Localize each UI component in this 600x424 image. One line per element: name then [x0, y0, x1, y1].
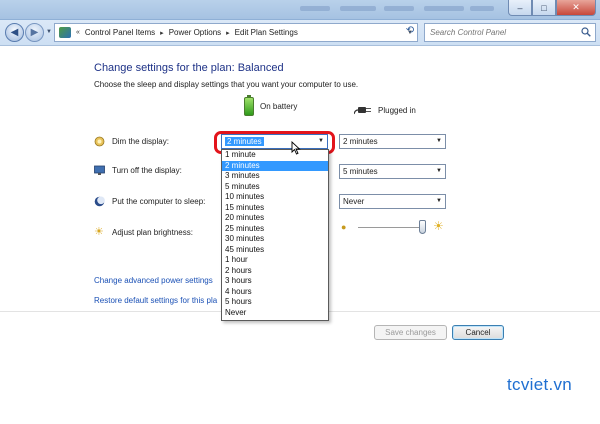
navigation-bar: ◀ ▶ ▼ « Control Panel Items ▸ Power Opti…	[0, 20, 600, 46]
dropdown-option[interactable]: 10 minutes	[222, 192, 328, 203]
dropdown-option[interactable]: 2 minutes	[222, 160, 328, 171]
brightness-plugged-slider-track[interactable]	[358, 227, 424, 229]
search-input[interactable]	[430, 28, 580, 37]
dropdown-option[interactable]: 3 hours	[222, 276, 328, 287]
brightness-high-icon: ☀	[433, 219, 444, 233]
dropdown-option[interactable]: 15 minutes	[222, 203, 328, 214]
dim-display-plugged-dropdown[interactable]: 2 minutes ▼	[339, 134, 446, 149]
recent-pages-dropdown-icon[interactable]: ▼	[46, 29, 52, 35]
on-battery-label: On battery	[260, 102, 298, 111]
maximize-button[interactable]: □	[532, 0, 556, 16]
breadcrumb-separator-icon[interactable]: ▸	[160, 29, 164, 37]
search-box[interactable]	[424, 23, 596, 42]
dim-display-plugged-value: 2 minutes	[343, 137, 378, 146]
plugged-in-header: Plugged in	[354, 105, 416, 115]
mouse-cursor-icon	[291, 141, 301, 155]
refresh-icon[interactable]: ⟲	[403, 25, 417, 39]
back-button[interactable]: ◀	[5, 23, 24, 42]
monitor-icon	[94, 165, 105, 175]
brightness-low-icon: ●	[341, 222, 347, 232]
turn-off-display-row: Turn off the display:	[94, 165, 182, 176]
change-advanced-settings-link[interactable]: Change advanced power settings	[94, 276, 213, 285]
title-text-blur	[300, 6, 330, 11]
dim-display-icon	[94, 136, 105, 147]
minimize-button[interactable]: –	[508, 0, 532, 16]
title-text-blur	[384, 6, 414, 11]
brightness-plugged-slider-thumb[interactable]	[419, 220, 426, 234]
dropdown-option[interactable]: 2 hours	[222, 266, 328, 277]
breadcrumb-edit-plan-settings[interactable]: Edit Plan Settings	[235, 28, 298, 37]
dim-display-label: Dim the display:	[112, 137, 169, 146]
dropdown-arrow-icon: ▼	[436, 168, 442, 174]
forward-button[interactable]: ▶	[25, 23, 44, 42]
dropdown-option[interactable]: 1 hour	[222, 255, 328, 266]
cancel-button[interactable]: Cancel	[452, 325, 504, 340]
forward-arrow-icon: ▶	[30, 27, 39, 38]
sleep-moon-icon	[94, 196, 105, 207]
sleep-row: Put the computer to sleep:	[94, 196, 205, 207]
breadcrumb-power-options[interactable]: Power Options	[169, 28, 221, 37]
page-subtitle: Choose the sleep and display settings th…	[94, 80, 359, 89]
close-button[interactable]: ✕	[556, 0, 596, 16]
battery-icon	[244, 95, 254, 116]
dropdown-arrow-icon: ▼	[436, 138, 442, 144]
dim-display-row: Dim the display:	[94, 136, 169, 147]
sleep-label: Put the computer to sleep:	[112, 197, 206, 206]
dim-display-options-list[interactable]: 1 minute 2 minutes 3 minutes 5 minutes 10 mi…	[221, 149, 329, 321]
title-text-blur	[470, 6, 494, 11]
breadcrumb-overflow-icon[interactable]: «	[76, 29, 80, 36]
turn-off-display-label: Turn off the display:	[112, 166, 182, 175]
plugged-in-label: Plugged in	[378, 105, 416, 115]
title-bar: – □ ✕	[0, 0, 600, 20]
turn-off-display-plugged-value: 5 minutes	[343, 167, 378, 176]
power-plug-icon	[354, 107, 371, 115]
page-title: Change settings for the plan: Balanced	[94, 62, 284, 74]
dropdown-option[interactable]: 4 hours	[222, 287, 328, 298]
dropdown-option[interactable]: 5 hours	[222, 297, 328, 308]
dropdown-option[interactable]: 3 minutes	[222, 171, 328, 182]
dropdown-option[interactable]: 45 minutes	[222, 245, 328, 256]
dropdown-option[interactable]: 1 minute	[222, 150, 328, 161]
breadcrumb-control-panel-items[interactable]: Control Panel Items	[85, 28, 155, 37]
title-text-blur	[340, 6, 376, 11]
brightness-label: Adjust plan brightness:	[112, 228, 193, 237]
sleep-plugged-dropdown[interactable]: Never ▼	[339, 194, 446, 209]
save-changes-button[interactable]: Save changes	[374, 325, 447, 340]
sleep-plugged-value: Never	[343, 197, 365, 206]
dropdown-option[interactable]: 5 minutes	[222, 182, 328, 193]
back-arrow-icon: ◀	[10, 27, 19, 38]
on-battery-header: On battery	[244, 95, 298, 116]
breadcrumb-separator-icon[interactable]: ▸	[226, 29, 230, 37]
dropdown-arrow-icon: ▼	[436, 198, 442, 204]
search-icon[interactable]	[581, 27, 591, 37]
dropdown-option[interactable]: 25 minutes	[222, 224, 328, 235]
address-bar[interactable]: « Control Panel Items ▸ Power Options ▸ …	[54, 23, 418, 42]
restore-defaults-link[interactable]: Restore default settings for this pla	[94, 296, 217, 305]
brightness-sun-icon: ☀	[94, 226, 104, 238]
dropdown-option[interactable]: 20 minutes	[222, 213, 328, 224]
control-panel-icon	[59, 27, 71, 38]
title-text-blur	[424, 6, 464, 11]
dropdown-option[interactable]: 30 minutes	[222, 234, 328, 245]
turn-off-display-plugged-dropdown[interactable]: 5 minutes ▼	[339, 164, 446, 179]
brightness-row: ☀ Adjust plan brightness:	[94, 227, 193, 238]
watermark-logo: tcviet.vn	[507, 375, 573, 394]
window-controls: – □ ✕	[508, 0, 596, 18]
dropdown-option[interactable]: Never	[222, 308, 328, 319]
